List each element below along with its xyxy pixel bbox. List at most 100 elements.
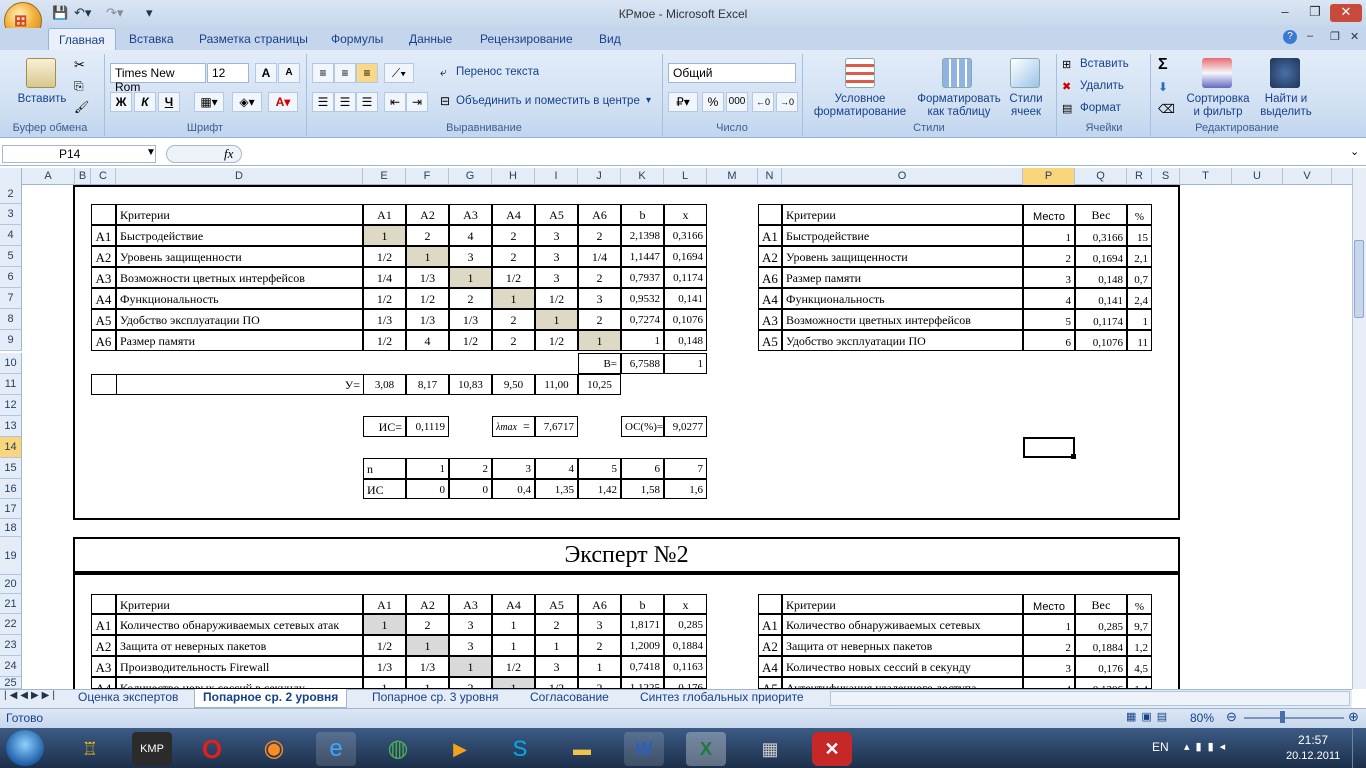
criterion-code[interactable]: A5 (758, 677, 782, 689)
column-header[interactable]: D (116, 168, 363, 185)
ri-value[interactable]: 0 (449, 479, 492, 499)
select-all-corner[interactable] (0, 168, 22, 185)
matrix-value[interactable]: 1 (363, 225, 406, 246)
matrix-value[interactable]: 2 (492, 246, 535, 267)
percent-value[interactable]: 0,7 (1127, 267, 1152, 288)
format-painter-icon[interactable]: 🖌 (74, 100, 89, 114)
x-value[interactable]: 0,1694 (664, 246, 707, 267)
matrix-value[interactable]: 2 (578, 677, 621, 689)
matrix-value[interactable]: 1/2 (363, 246, 406, 267)
media-icon[interactable]: ▶ (440, 732, 480, 766)
x-value[interactable]: 0,141 (664, 288, 707, 309)
row-header[interactable]: 20 (0, 575, 22, 594)
zoom-slider-thumb[interactable] (1280, 711, 1285, 723)
thousands-button[interactable]: 000 (726, 92, 748, 112)
matrix-value[interactable]: 3 (449, 635, 492, 656)
criterion-name[interactable]: Защита от неверных пакетов (782, 635, 1023, 656)
column-header[interactable]: J (578, 168, 621, 185)
table-header[interactable]: x (664, 204, 707, 225)
rank-value[interactable]: 5 (1023, 309, 1075, 330)
row-header[interactable]: 2 (0, 185, 22, 204)
row-header[interactable]: 7 (0, 288, 22, 309)
name-box-dropdown-icon[interactable]: ▼ (146, 147, 156, 158)
matrix-value[interactable]: 2 (535, 614, 578, 635)
ri-value[interactable]: 1,6 (664, 479, 707, 499)
table-header[interactable]: % (1127, 594, 1152, 614)
column-header[interactable]: F (406, 168, 449, 185)
table-header[interactable]: A3 (449, 204, 492, 225)
increase-indent-icon[interactable]: ⇥ (406, 92, 428, 112)
column-header[interactable]: I (535, 168, 578, 185)
align-bottom-icon[interactable]: ≡ (356, 63, 378, 83)
x-value[interactable]: 0,3166 (664, 225, 707, 246)
column-header[interactable]: R (1127, 168, 1152, 185)
paste-button[interactable]: Вставить (12, 93, 72, 106)
column-header[interactable]: C (91, 168, 116, 185)
zoom-slider[interactable] (1244, 717, 1344, 719)
matrix-value[interactable]: 1 (535, 635, 578, 656)
n-value[interactable]: 3 (492, 458, 535, 479)
tab-formulas[interactable]: Формулы (331, 32, 383, 46)
y-value[interactable]: 10,83 (449, 374, 492, 395)
matrix-value[interactable]: 1/3 (449, 309, 492, 330)
matrix-value[interactable]: 3 (449, 246, 492, 267)
column-header[interactable]: B (75, 168, 91, 185)
criterion-name[interactable]: Защита от неверных пакетов (116, 635, 363, 656)
shrink-font-icon[interactable]: A (278, 63, 300, 83)
word-icon[interactable]: W (624, 732, 664, 766)
column-header[interactable]: L (664, 168, 707, 185)
row-header[interactable]: 4 (0, 225, 22, 246)
matrix-value[interactable]: 1/2 (535, 677, 578, 689)
horizontal-scrollbar[interactable] (830, 691, 1350, 706)
rank-value[interactable]: 2 (1023, 635, 1075, 656)
table-header[interactable]: A3 (449, 594, 492, 614)
criterion-name[interactable]: Возможности цветных интерфейсов (782, 309, 1023, 330)
save-icon[interactable]: 💾 (52, 5, 68, 21)
matrix-value[interactable]: 1 (492, 288, 535, 309)
decrease-indent-icon[interactable]: ⇤ (384, 92, 406, 112)
chrome-icon[interactable]: ◍ (378, 732, 418, 766)
table-header[interactable]: Критерии (782, 204, 1023, 225)
column-header[interactable]: O (782, 168, 1023, 185)
b-value[interactable]: 0,7937 (621, 267, 664, 288)
weight-value[interactable]: 0,141 (1075, 288, 1127, 309)
matrix-value[interactable]: 1/2 (492, 267, 535, 288)
matrix-value[interactable]: 1/2 (363, 330, 406, 351)
tray-icons[interactable]: ▴▮▮◂ (1184, 740, 1231, 753)
row-header[interactable]: 22 (0, 614, 22, 635)
excel-icon[interactable]: X (686, 732, 726, 766)
criterion-code[interactable]: A1 (91, 614, 116, 635)
zoom-level[interactable]: 80% (1190, 711, 1214, 725)
matrix-value[interactable]: 1/3 (406, 656, 449, 677)
undo-icon[interactable]: ↶▾ (74, 5, 91, 21)
weight-value[interactable]: 0,3166 (1075, 225, 1127, 246)
fill-icon[interactable]: ⬇ (1158, 80, 1168, 94)
ri-value[interactable]: 1,42 (578, 479, 621, 499)
table-header[interactable]: x (664, 594, 707, 614)
font-size-combo[interactable]: 12 (207, 63, 249, 83)
column-header[interactable]: G (449, 168, 492, 185)
criterion-name[interactable]: Количество новых сессий в секунду (782, 656, 1023, 677)
align-center-icon[interactable]: ☰ (334, 92, 356, 112)
sheet-tab[interactable]: Согласование (530, 690, 609, 704)
table-header[interactable]: Критерии (782, 594, 1023, 614)
percent-value[interactable]: 11 (1127, 330, 1152, 351)
y-value[interactable]: 10,25 (578, 374, 621, 395)
expert2-title[interactable]: Эксперт №2 (75, 537, 1178, 573)
b-value[interactable]: 1,8171 (621, 614, 664, 635)
y-value[interactable]: 9,50 (492, 374, 535, 395)
matrix-value[interactable]: 2 (492, 330, 535, 351)
criterion-name[interactable]: Уровень защищенности (116, 246, 363, 267)
delete-cells-button[interactable]: Удалить (1080, 80, 1124, 92)
row-header[interactable]: 16 (0, 479, 22, 499)
table-header[interactable]: Вес (1075, 204, 1127, 225)
align-middle-icon[interactable]: ≡ (334, 63, 356, 83)
table-header[interactable]: Место (1023, 594, 1075, 614)
table-header[interactable]: Критерии (116, 204, 363, 225)
weight-value[interactable]: 0,1174 (1075, 309, 1127, 330)
matrix-value[interactable]: 1/2 (363, 635, 406, 656)
zoom-out-icon[interactable]: ⊖ (1226, 709, 1237, 725)
table-header[interactable]: Критерии (116, 594, 363, 614)
x-value[interactable]: 0,1174 (664, 267, 707, 288)
column-header[interactable]: T (1180, 168, 1232, 185)
